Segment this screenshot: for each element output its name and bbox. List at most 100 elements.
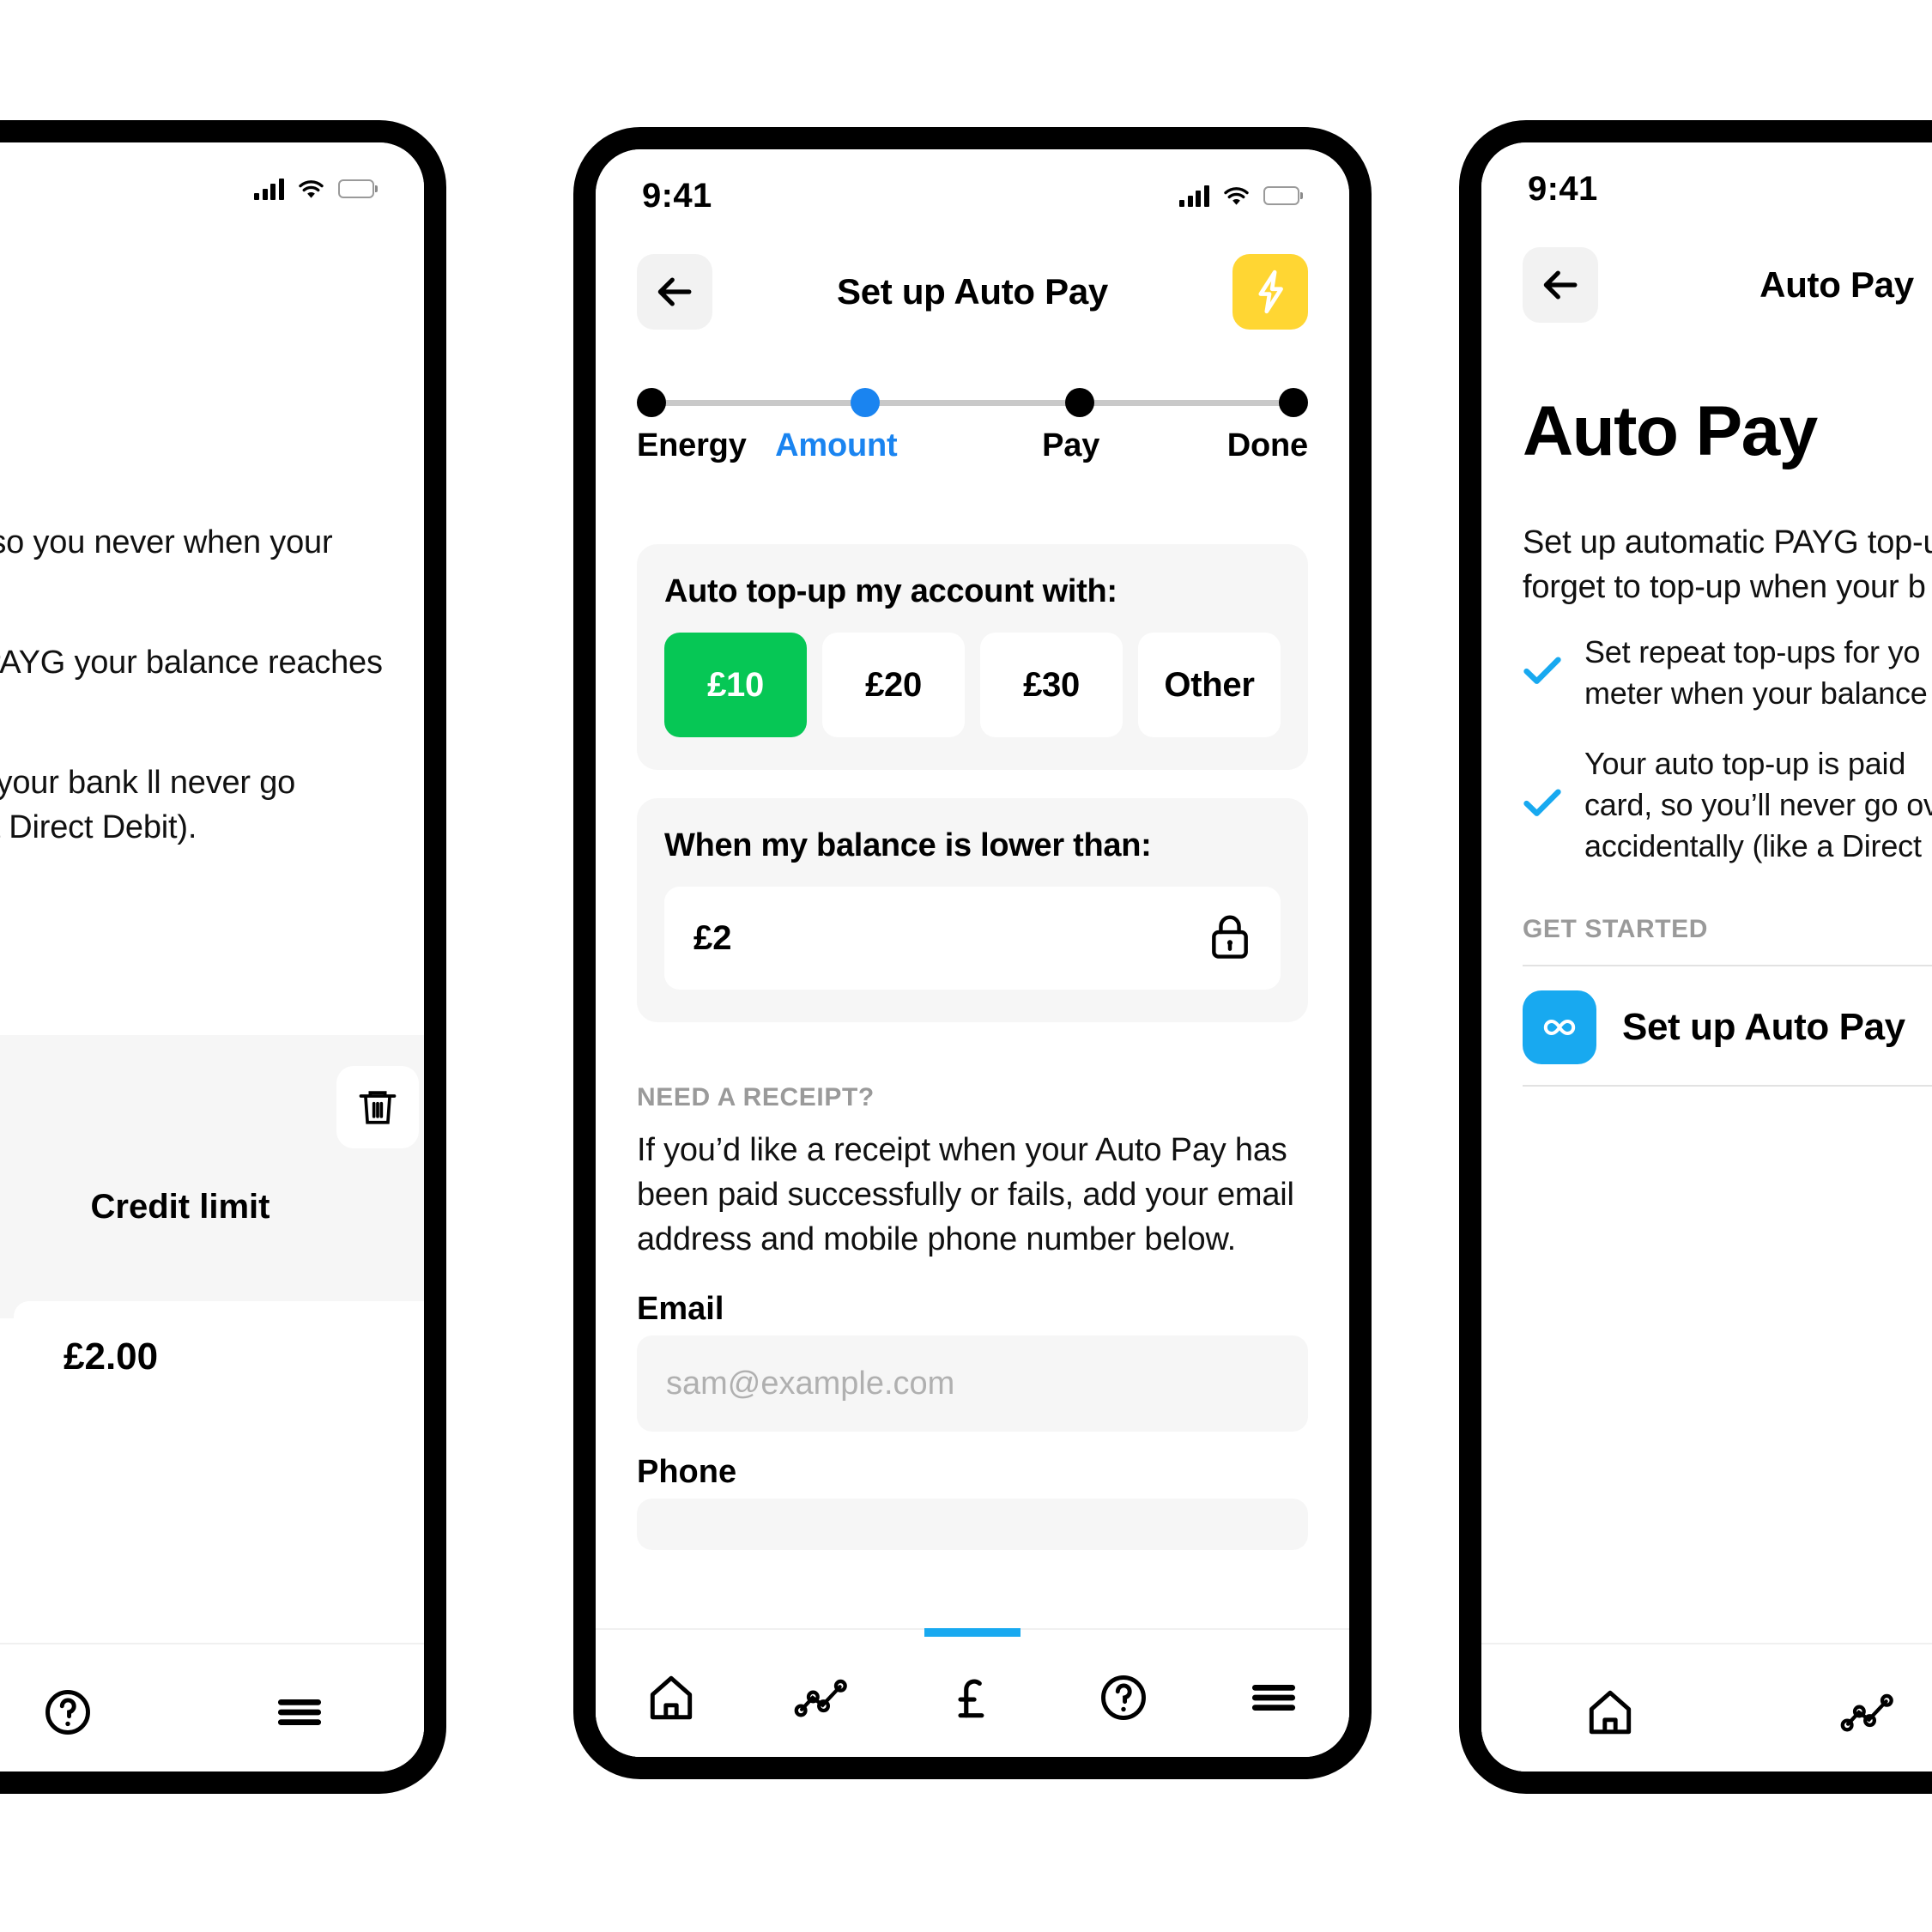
divider-top: [1523, 965, 1932, 966]
step-label-done: Done: [1226, 427, 1308, 463]
question-circle-icon: [45, 1690, 90, 1735]
step-dot-done[interactable]: [1278, 388, 1308, 417]
set-up-auto-pay-row[interactable]: Set up Auto Pay: [1523, 990, 1932, 1064]
usage-chart-icon: [795, 1679, 848, 1717]
pound-icon: [958, 1679, 984, 1718]
status-bar: 9:41: [596, 170, 1349, 221]
wifi-icon: [298, 179, 324, 199]
tab-usage[interactable]: [1739, 1644, 1932, 1772]
page-intro: Set up automatic PAYG top-u forget to to…: [1523, 524, 1932, 606]
receipt-eyebrow: NEED A RECEIPT?: [637, 1083, 875, 1111]
tab-home[interactable]: [596, 1630, 747, 1757]
step-dot-energy[interactable]: [637, 388, 666, 417]
check-icon: [1523, 655, 1562, 690]
status-time: 9:41: [1528, 169, 1598, 208]
receipt-description: If you’d like a receipt when your Auto P…: [637, 1132, 1294, 1258]
tab-home[interactable]: [1481, 1644, 1739, 1772]
back-button[interactable]: [637, 254, 712, 330]
hamburger-menu-icon: [277, 1699, 322, 1725]
page-title: Set up Auto Pay: [837, 271, 1108, 312]
topup-amount-title: Auto top-up my account with:: [664, 573, 1117, 609]
bottom-tab-bar: [596, 1628, 1349, 1757]
bottom-tab-bar: [0, 1643, 424, 1772]
amount-option-30[interactable]: £30: [980, 633, 1123, 737]
topup-amount-options: £10 £20 £30 Other: [664, 633, 1281, 737]
nav-header: Set up Auto Pay: [596, 251, 1349, 333]
amount-option-other[interactable]: Other: [1138, 633, 1281, 737]
status-bar: [0, 163, 424, 215]
phone-label: Phone: [637, 1454, 737, 1490]
set-up-auto-pay-label: Set up Auto Pay: [1622, 1006, 1905, 1048]
phone-mockup-left: Auto Pay c PAYG top-ups so you never whe…: [0, 120, 446, 1794]
delete-button[interactable]: [336, 1066, 419, 1148]
page-title: Auto Pay: [1759, 264, 1914, 305]
email-label: Email: [637, 1291, 724, 1327]
intro-paragraph-2: op-ups for your PAYG your balance reache…: [0, 645, 383, 681]
step-label-pay: Pay: [1042, 427, 1100, 463]
balance-threshold-card: When my balance is lower than: £2: [637, 798, 1308, 1022]
status-bar: 9:41: [1481, 163, 1932, 215]
arrow-left-icon: [657, 277, 692, 306]
step-dot-amount[interactable]: [851, 388, 881, 417]
get-started-label: GET STARTED: [1523, 915, 1709, 943]
benefit-text-2: Your auto top-up is paid card, so you’ll…: [1584, 746, 1932, 863]
battery-icon: [1263, 186, 1303, 205]
wifi-icon: [1223, 185, 1250, 206]
boost-button[interactable]: [1232, 254, 1308, 330]
status-time: 9:41: [642, 176, 712, 215]
status-icons: [1179, 185, 1303, 207]
page-heading: Auto Pay: [1523, 392, 1818, 470]
amount-option-20[interactable]: £20: [822, 633, 965, 737]
credit-limit-value: £2.00: [64, 1335, 159, 1378]
divider-bottom: [1523, 1085, 1932, 1087]
stepper-dots: [637, 388, 1308, 417]
lock-icon: [1208, 913, 1251, 964]
nav-header: Auto Pay: [1481, 244, 1932, 326]
stepper-track: [637, 388, 1308, 417]
bottom-tab-bar: [1481, 1643, 1932, 1772]
cellular-signal-icon: [254, 178, 284, 200]
credit-limit-value-field[interactable]: £2.00: [14, 1301, 424, 1413]
page-title: Auto Pay: [0, 264, 383, 306]
email-input[interactable]: sam@example.com: [637, 1335, 1308, 1432]
benefit-item-2: Your auto top-up is paid card, so you’ll…: [1523, 743, 1932, 867]
lightning-bolt-icon: [1258, 270, 1283, 314]
setup-stepper: Energy Amount Pay Done: [637, 388, 1308, 464]
tab-menu[interactable]: [1198, 1630, 1349, 1757]
tab-help[interactable]: [0, 1644, 184, 1772]
infinity-icon: [1523, 990, 1596, 1064]
step-label-energy: Energy: [637, 427, 747, 463]
intro-paragraph-1: c PAYG top-ups so you never when your ba…: [0, 524, 333, 560]
trash-icon: [359, 1091, 397, 1124]
intro-paragraph-3: p-up is paid with your bank ll never go …: [0, 765, 296, 846]
balance-threshold-field[interactable]: £2: [664, 887, 1281, 990]
check-icon: [1523, 787, 1562, 822]
balance-threshold-value: £2: [693, 918, 732, 957]
stepper-labels: Energy Amount Pay Done: [637, 427, 1308, 464]
benefit-text-1: Set repeat top-ups for yo meter when you…: [1584, 634, 1928, 711]
status-icons: [254, 178, 378, 200]
home-icon: [650, 1675, 692, 1720]
benefit-item-1: Set repeat top-ups for yo meter when you…: [1523, 632, 1932, 714]
question-circle-icon: [1100, 1675, 1146, 1720]
phone-mockup-right: 9:41 Auto Pay Auto Pay Set up automatic …: [1459, 120, 1932, 1794]
active-tab-indicator: [924, 1628, 1021, 1637]
tab-menu[interactable]: [184, 1644, 415, 1772]
step-dot-pay[interactable]: [1064, 388, 1094, 417]
phone-center-screen: 9:41 Set up Auto Pay Energy Amount Pay D…: [596, 149, 1349, 1757]
home-icon: [1589, 1690, 1632, 1735]
balance-threshold-title: When my balance is lower than:: [664, 827, 1152, 863]
phone-input[interactable]: [637, 1499, 1308, 1550]
phone-right-screen: 9:41 Auto Pay Auto Pay Set up automatic …: [1481, 142, 1932, 1772]
battery-icon: [337, 179, 378, 198]
back-button[interactable]: [1523, 247, 1598, 323]
cellular-signal-icon: [1179, 185, 1209, 207]
tab-help[interactable]: [1048, 1630, 1199, 1757]
tab-usage[interactable]: [747, 1630, 898, 1757]
phone-left-screen: Auto Pay c PAYG top-ups so you never whe…: [0, 142, 424, 1772]
credit-limit-card: Credit limit: [0, 1035, 424, 1318]
hamburger-menu-icon: [1252, 1685, 1296, 1711]
topup-amount-card: Auto top-up my account with: £10 £20 £30…: [637, 544, 1308, 770]
amount-option-10[interactable]: £10: [664, 633, 807, 737]
tab-pound[interactable]: [897, 1628, 1048, 1757]
